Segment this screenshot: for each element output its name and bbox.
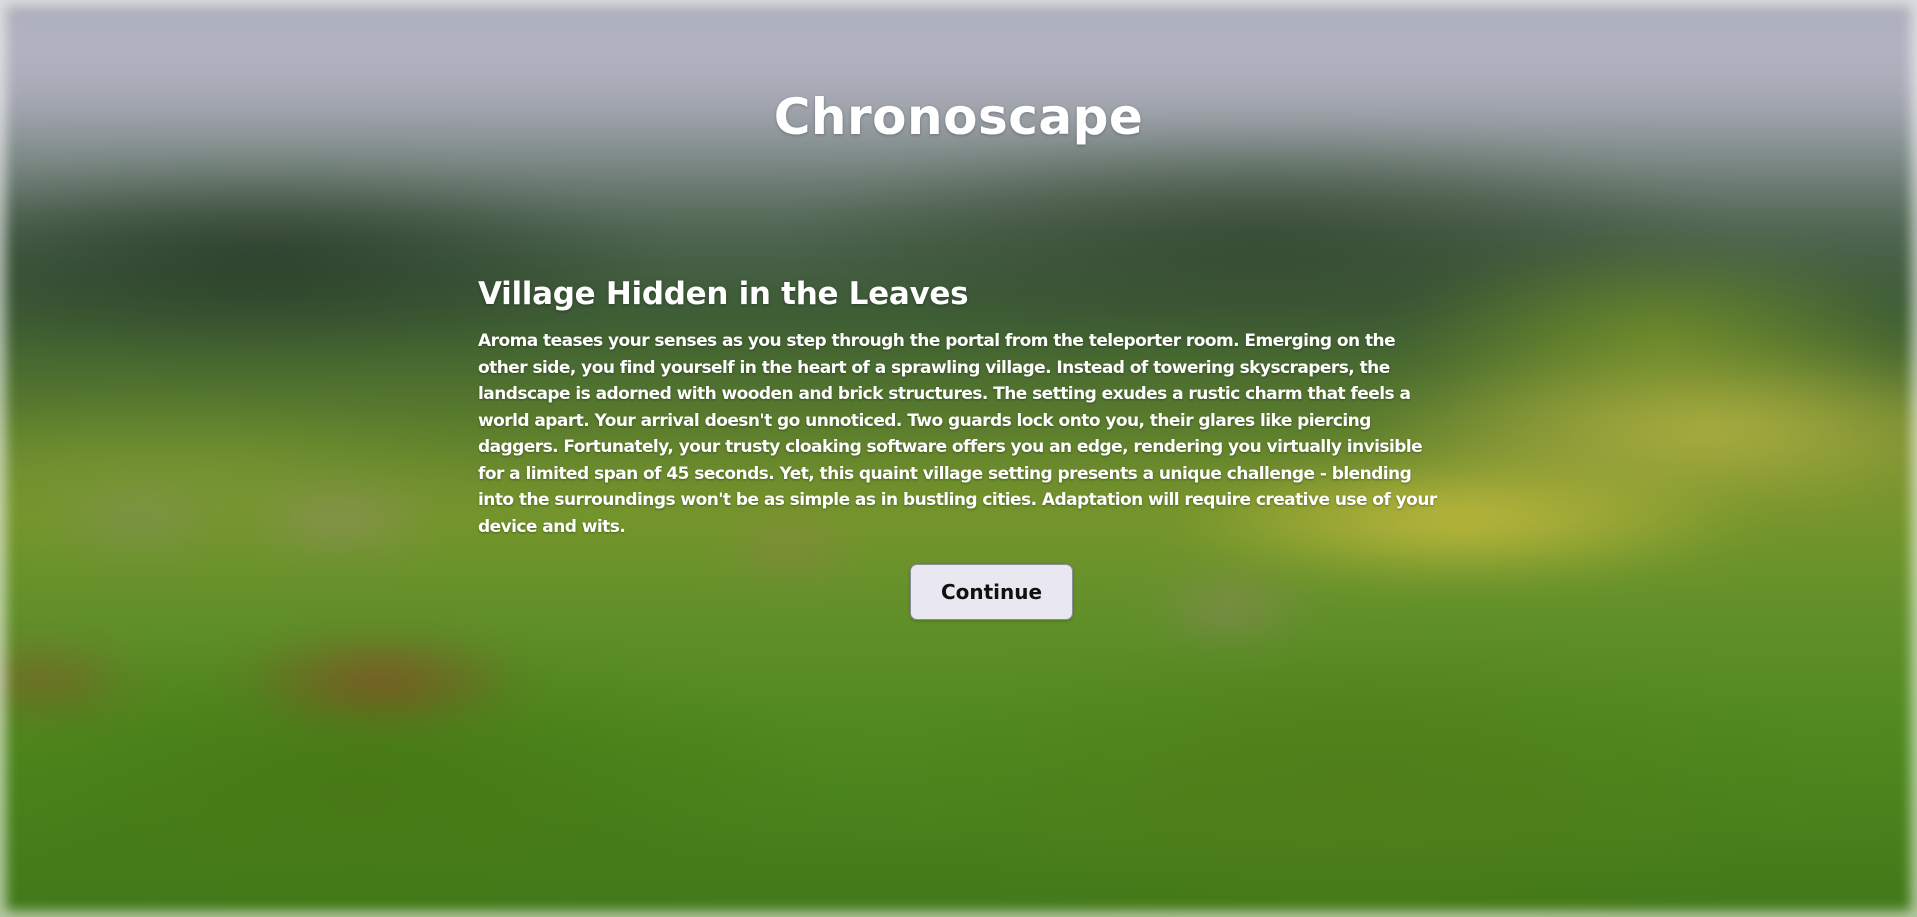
story-panel: Village Hidden in the Leaves Aroma tease… bbox=[478, 276, 1440, 540]
continue-button[interactable]: Continue bbox=[910, 564, 1073, 620]
scene-heading: Village Hidden in the Leaves bbox=[478, 276, 969, 312]
game-scene: Chronoscape Village Hidden in the Leaves… bbox=[0, 0, 1917, 917]
game-title: Chronoscape bbox=[773, 88, 1144, 146]
scene-description: Aroma teases your senses as you step thr… bbox=[478, 331, 1437, 537]
